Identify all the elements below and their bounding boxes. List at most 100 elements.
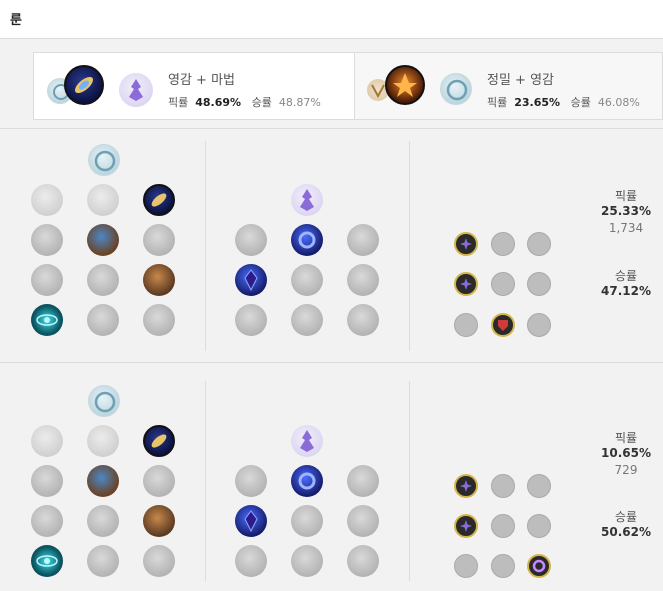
rune-selected[interactable] xyxy=(87,224,119,256)
shard-armor[interactable] xyxy=(491,554,515,578)
rune[interactable] xyxy=(347,545,379,577)
tab-inspiration-sorcery[interactable]: 영감 + 마법 픽률 48.69% 승률 48.87% xyxy=(33,52,355,120)
rune[interactable] xyxy=(347,304,379,336)
build-stats: 픽률 10.65% 729 xyxy=(591,429,661,477)
shard-health[interactable] xyxy=(454,554,478,578)
pick-rate-label: 픽률 xyxy=(487,96,508,109)
rune-build-2: 픽률 10.65% 729 승률 50.62% xyxy=(0,363,663,591)
rune[interactable] xyxy=(143,545,175,577)
shard-armor-selected[interactable] xyxy=(491,313,515,337)
win-rate-label: 승률 xyxy=(570,96,591,109)
rune-selected[interactable] xyxy=(291,224,323,256)
shard-attack-speed[interactable] xyxy=(491,474,515,498)
pick-rate-label: 픽률 xyxy=(168,96,189,109)
rune[interactable] xyxy=(31,224,63,256)
divider xyxy=(409,141,410,351)
rune[interactable] xyxy=(291,545,323,577)
rune[interactable] xyxy=(235,304,267,336)
rune[interactable] xyxy=(235,224,267,256)
rune-selected[interactable] xyxy=(291,465,323,497)
primary-tree-icon xyxy=(88,385,120,417)
win-rate-label: 승률 xyxy=(251,96,272,109)
pick-rate-value: 10.65% xyxy=(601,446,651,460)
inspiration-tree-icon xyxy=(119,73,153,107)
shard-magic-resist[interactable] xyxy=(527,313,551,337)
shard-adaptive-selected[interactable] xyxy=(454,232,478,256)
rune[interactable] xyxy=(143,224,175,256)
keystone-rune-selected[interactable] xyxy=(143,184,175,216)
rune[interactable] xyxy=(347,224,379,256)
win-rate-value: 50.62% xyxy=(601,525,651,539)
secondary-tree-icon xyxy=(291,425,323,457)
rune-build-1: 픽률 25.33% 1,734 승률 47.12% xyxy=(0,129,663,362)
shard-magic-resist[interactable] xyxy=(527,514,551,538)
shard-magic-resist-selected[interactable] xyxy=(527,554,551,578)
shard-adaptive-selected[interactable] xyxy=(454,474,478,498)
rune[interactable] xyxy=(291,264,323,296)
rune-selected[interactable] xyxy=(235,264,267,296)
keystone-comet-icon xyxy=(64,65,104,105)
shard-armor[interactable] xyxy=(491,272,515,296)
games-count: 729 xyxy=(614,463,638,477)
shard-armor[interactable] xyxy=(491,514,515,538)
pick-rate-label: 픽률 xyxy=(614,431,638,445)
win-rate-value: 47.12% xyxy=(601,284,651,298)
keystone-conqueror-icon xyxy=(385,65,425,105)
tab-precision-inspiration[interactable]: 정밀 + 영감 픽률 23.65% 승률 46.08% xyxy=(355,52,663,120)
tab-label: 정밀 + 영감 xyxy=(487,73,554,88)
rune-selected[interactable] xyxy=(235,505,267,537)
keystone-rune[interactable] xyxy=(31,425,63,457)
pick-rate-label: 픽률 xyxy=(614,189,638,203)
tab-stats: 픽률 23.65% 승률 46.08% xyxy=(487,94,640,110)
shard-magic-resist[interactable] xyxy=(527,272,551,296)
rune[interactable] xyxy=(143,304,175,336)
rune[interactable] xyxy=(31,505,63,537)
shard-cooldown[interactable] xyxy=(527,232,551,256)
games-count: 1,734 xyxy=(608,221,644,235)
rune[interactable] xyxy=(347,505,379,537)
rune[interactable] xyxy=(87,264,119,296)
rune[interactable] xyxy=(87,304,119,336)
rune-selected[interactable] xyxy=(143,264,175,296)
win-rate-label: 승률 xyxy=(614,510,638,524)
rune[interactable] xyxy=(347,465,379,497)
rune[interactable] xyxy=(143,465,175,497)
build-win-stats: 승률 47.12% xyxy=(591,267,661,298)
keystone-rune-selected[interactable] xyxy=(143,425,175,457)
inspiration-secondary-icon xyxy=(440,73,472,105)
divider xyxy=(205,381,206,581)
tab-stats: 픽률 48.69% 승률 48.87% xyxy=(168,94,321,110)
rune-selected[interactable] xyxy=(143,505,175,537)
rune-selected[interactable] xyxy=(31,304,63,336)
shard-cooldown[interactable] xyxy=(527,474,551,498)
rune-tree-tabs: 영감 + 마법 픽률 48.69% 승률 48.87% 정밀 + 영감 픽률 2… xyxy=(33,52,663,120)
keystone-rune[interactable] xyxy=(87,425,119,457)
rune[interactable] xyxy=(235,545,267,577)
secondary-tree-icon xyxy=(291,184,323,216)
rune[interactable] xyxy=(235,465,267,497)
shard-health[interactable] xyxy=(454,313,478,337)
rune[interactable] xyxy=(347,264,379,296)
section-title: 룬 xyxy=(10,13,22,28)
rune[interactable] xyxy=(31,264,63,296)
shard-adaptive-selected[interactable] xyxy=(454,272,478,296)
build-stats: 픽률 25.33% 1,734 xyxy=(591,187,661,235)
win-rate-label: 승률 xyxy=(614,269,638,283)
rune[interactable] xyxy=(291,304,323,336)
rune[interactable] xyxy=(291,505,323,537)
divider xyxy=(205,141,206,351)
rune[interactable] xyxy=(87,505,119,537)
tab-label: 영감 + 마법 xyxy=(168,73,235,88)
keystone-rune[interactable] xyxy=(87,184,119,216)
keystone-rune[interactable] xyxy=(31,184,63,216)
rune[interactable] xyxy=(87,545,119,577)
build-win-stats: 승률 50.62% xyxy=(591,508,661,539)
rune-selected[interactable] xyxy=(87,465,119,497)
pick-rate-value: 25.33% xyxy=(601,204,651,218)
rune-selected[interactable] xyxy=(31,545,63,577)
shard-attack-speed[interactable] xyxy=(491,232,515,256)
shard-adaptive-selected[interactable] xyxy=(454,514,478,538)
rune[interactable] xyxy=(31,465,63,497)
pick-rate-value: 48.69% xyxy=(195,96,242,109)
divider xyxy=(409,381,410,581)
